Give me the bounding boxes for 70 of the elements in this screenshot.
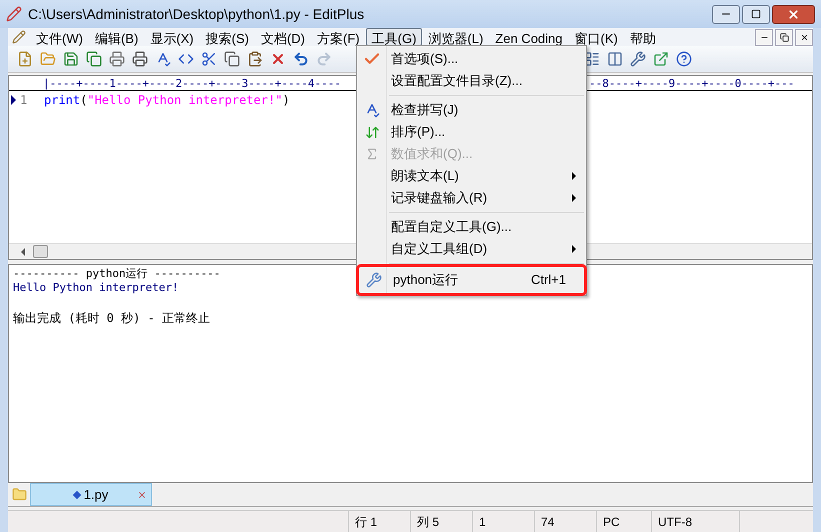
wrench-icon <box>366 272 382 288</box>
restore-icon <box>780 32 788 42</box>
save-icon[interactable] <box>63 51 79 67</box>
help-icon[interactable] <box>676 51 692 67</box>
external-window-icon[interactable] <box>653 51 669 67</box>
ruler: |----+----1----+----2----+----3----+----4---- <box>43 76 342 90</box>
submenu-arrow-icon <box>572 172 576 180</box>
submenu-arrow-icon <box>572 245 576 253</box>
print-preview-icon[interactable] <box>109 51 125 67</box>
new-file-icon[interactable] <box>17 51 33 67</box>
submenu-arrow-icon <box>572 194 576 202</box>
sort-icon <box>364 124 380 140</box>
line-number: 1 <box>20 92 28 108</box>
undo-icon[interactable] <box>293 51 309 67</box>
output-line: ---------- python运行 ---------- <box>13 267 220 281</box>
close-icon <box>800 32 808 42</box>
menu-option[interactable]: 检查拼写(J) <box>357 99 586 121</box>
save-all-icon[interactable] <box>86 51 102 67</box>
list-view-icon[interactable] <box>584 51 600 67</box>
document-icon <box>12 30 26 44</box>
mdi-restore-button[interactable] <box>775 28 793 46</box>
scroll-left-arrow-icon[interactable] <box>21 248 25 256</box>
output-window-icon[interactable] <box>630 51 646 67</box>
menu-item[interactable]: 编辑(B) <box>88 28 144 46</box>
ruler: --8----+----9----+----0----+--- <box>589 76 794 90</box>
code-line: print("Hello Python interpreter!") <box>44 92 290 108</box>
close-tab-icon[interactable] <box>137 490 147 500</box>
scrollbar-thumb[interactable] <box>33 245 48 258</box>
app-icon <box>6 6 22 22</box>
menu-item[interactable]: 搜索(S) <box>200 28 255 46</box>
menu-item[interactable]: Zen Coding <box>489 28 569 46</box>
status-field: PC <box>596 511 651 532</box>
mdi-close-button[interactable] <box>795 28 813 46</box>
output-line: Hello Python interpreter! <box>13 281 179 295</box>
menu-option[interactable]: 设置配置文件目录(Z)... <box>357 70 586 92</box>
status-field: 1 <box>472 511 534 532</box>
maximize-button[interactable] <box>742 4 770 24</box>
line-marker-icon <box>11 94 16 104</box>
copy-icon[interactable] <box>224 51 240 67</box>
menu-item[interactable]: 窗口(K) <box>568 28 624 46</box>
document-tab[interactable]: 1.py <box>30 483 152 506</box>
menu-option[interactable]: 朗读文本(L) <box>357 165 586 187</box>
menu-option[interactable]: 记录键盘输入(R) <box>357 187 586 209</box>
close-icon <box>787 8 800 20</box>
shortcut-label: Ctrl+1 <box>530 271 566 290</box>
menu-item[interactable]: 显示(X) <box>144 28 200 46</box>
delete-icon[interactable] <box>270 51 286 67</box>
menu-item[interactable]: 浏览器(L) <box>422 28 490 46</box>
print-icon[interactable] <box>132 51 148 67</box>
cut-icon[interactable] <box>201 51 217 67</box>
menu-item[interactable]: 文档(D) <box>254 28 312 46</box>
maximize-icon <box>751 9 761 19</box>
status-field: 行 1 <box>348 511 410 532</box>
window-title: C:\Users\Administrator\Desktop\python\1.py - EditPlus <box>28 4 364 24</box>
menu-option[interactable]: python运行 Ctrl+1 <box>359 267 584 293</box>
menu-item[interactable]: 文件(W) <box>30 28 89 46</box>
status-field: 列 5 <box>410 511 472 532</box>
sigma-icon <box>365 147 379 161</box>
output-line: 输出完成 (耗时 0 秒) - 正常终止 <box>13 311 210 325</box>
status-field: UTF-8 <box>651 511 739 532</box>
menu-item[interactable]: 帮助 <box>624 28 662 46</box>
menu-option[interactable]: 自定义工具组(D) <box>357 238 586 260</box>
split-view-icon[interactable] <box>607 51 623 67</box>
menu-option[interactable]: 配置自定义工具(G)... <box>357 216 586 238</box>
menu-item[interactable]: 方案(F) <box>311 28 366 46</box>
menu-option[interactable]: 排序(P)... <box>357 121 586 143</box>
close-button[interactable] <box>772 4 815 24</box>
status-field: 74 <box>534 511 596 532</box>
menu-item[interactable]: 工具(G) <box>366 28 422 46</box>
paste-icon[interactable] <box>247 51 263 67</box>
